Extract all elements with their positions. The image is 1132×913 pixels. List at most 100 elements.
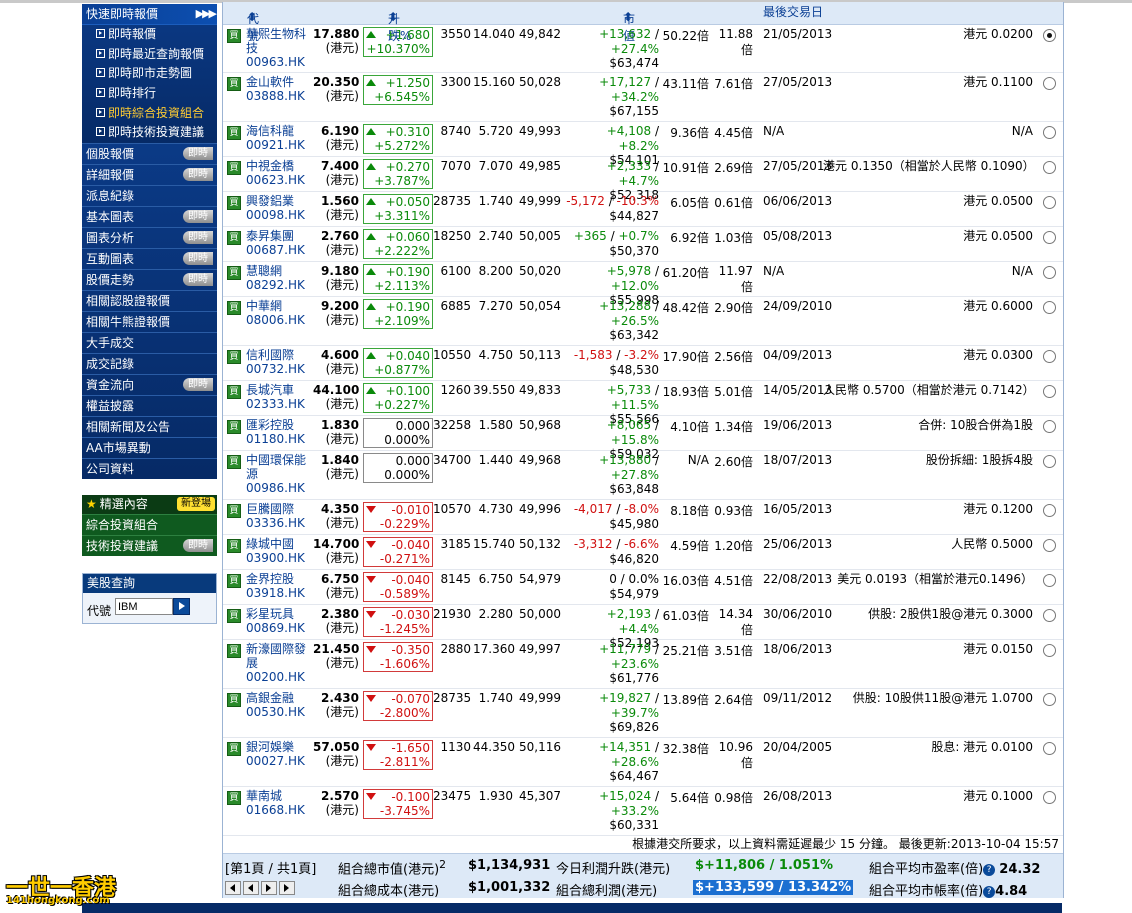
select-radio[interactable] <box>1043 29 1056 42</box>
select-radio[interactable] <box>1043 574 1056 587</box>
stock-name-cell[interactable]: 海信科龍 00921.HK <box>246 124 308 152</box>
stock-name[interactable]: 華南城 <box>246 789 308 803</box>
select-radio[interactable] <box>1043 644 1056 657</box>
buy-button[interactable]: 買 <box>227 196 241 210</box>
stock-name[interactable]: 彩星玩具 <box>246 607 308 621</box>
help-icon[interactable]: ? <box>983 864 996 876</box>
select-radio[interactable] <box>1043 420 1056 433</box>
buy-button[interactable]: 買 <box>227 350 241 364</box>
stock-name-cell[interactable]: 彩星玩具 00869.HK <box>246 607 308 635</box>
select-radio[interactable] <box>1043 301 1056 314</box>
buy-button[interactable]: 買 <box>227 420 241 434</box>
buy-button[interactable]: 買 <box>227 609 241 623</box>
buy-button[interactable]: 買 <box>227 693 241 707</box>
buy-button[interactable]: 買 <box>227 126 241 140</box>
stock-name-cell[interactable]: 泰昇集團 00687.HK <box>246 229 308 257</box>
nav-item[interactable]: 派息紀錄 <box>82 185 217 206</box>
buy-button[interactable]: 買 <box>227 266 241 280</box>
go-arrow-icon[interactable] <box>173 598 190 616</box>
stock-code[interactable]: 01180.HK <box>246 432 308 446</box>
stock-code[interactable]: 02333.HK <box>246 397 308 411</box>
stock-code[interactable]: 00732.HK <box>246 362 308 376</box>
realtime-badge[interactable]: 即時 <box>183 539 213 553</box>
buy-button[interactable]: 買 <box>227 455 241 469</box>
nav-item[interactable]: 成交記錄 <box>82 353 217 374</box>
realtime-badge[interactable]: 即時 <box>183 210 213 224</box>
nav-item[interactable]: AA市場異動 <box>82 437 217 458</box>
stock-code[interactable]: 00921.HK <box>246 138 308 152</box>
select-radio[interactable] <box>1043 77 1056 90</box>
select-radio[interactable] <box>1043 161 1056 174</box>
realtime-badge[interactable]: 即時 <box>183 231 213 245</box>
stock-name-cell[interactable]: 興發鋁業 00098.HK <box>246 194 308 222</box>
stock-name[interactable]: 華熙生物科技 <box>246 27 308 55</box>
quick-item[interactable]: 即時即市走勢圖 <box>82 64 217 84</box>
realtime-badge[interactable]: 即時 <box>183 378 213 392</box>
stock-name-cell[interactable]: 慧聰網 08292.HK <box>246 264 308 292</box>
realtime-badge[interactable]: 即時 <box>183 252 213 266</box>
stock-name-cell[interactable]: 信利國際 00732.HK <box>246 348 308 376</box>
us-code-input[interactable] <box>115 598 173 616</box>
quick-item[interactable]: 即時技術投資建議 <box>82 123 217 143</box>
stock-name-cell[interactable]: 金界控股 03918.HK <box>246 572 308 600</box>
first-page-button[interactable] <box>225 880 241 895</box>
stock-name[interactable]: 綠城中國 <box>246 537 308 551</box>
stock-name[interactable]: 金界控股 <box>246 572 308 586</box>
quick-item[interactable]: 即時排行 <box>82 84 217 104</box>
select-radio[interactable] <box>1043 693 1056 706</box>
nav-item[interactable]: 大手成交 <box>82 332 217 353</box>
realtime-badge[interactable]: 即時 <box>183 273 213 287</box>
stock-name[interactable]: 銀河娛樂 <box>246 740 308 754</box>
stock-name[interactable]: 中華網 <box>246 299 308 313</box>
buy-button[interactable]: 買 <box>227 574 241 588</box>
stock-code[interactable]: 01668.HK <box>246 803 308 817</box>
stock-code[interactable]: 00027.HK <box>246 754 308 768</box>
stock-name-cell[interactable]: 金山軟件 03888.HK <box>246 75 308 103</box>
stock-name[interactable]: 海信科龍 <box>246 124 308 138</box>
realtime-badge[interactable]: 即時 <box>183 168 213 182</box>
stock-name-cell[interactable]: 高銀金融 00530.HK <box>246 691 308 719</box>
stock-name[interactable]: 巨騰國際 <box>246 502 308 516</box>
buy-button[interactable]: 買 <box>227 301 241 315</box>
stock-code[interactable]: 08006.HK <box>246 313 308 327</box>
select-radio[interactable] <box>1043 196 1056 209</box>
stock-name[interactable]: 金山軟件 <box>246 75 308 89</box>
select-radio[interactable] <box>1043 266 1056 279</box>
buy-button[interactable]: 買 <box>227 77 241 91</box>
help-icon[interactable]: ? <box>983 886 996 898</box>
stock-name-cell[interactable]: 華熙生物科技 00963.HK <box>246 27 308 69</box>
stock-name[interactable]: 長城汽車 <box>246 383 308 397</box>
buy-button[interactable]: 買 <box>227 231 241 245</box>
stock-name[interactable]: 興發鋁業 <box>246 194 308 208</box>
buy-button[interactable]: 買 <box>227 161 241 175</box>
buy-button[interactable]: 買 <box>227 644 241 658</box>
select-radio[interactable] <box>1043 609 1056 622</box>
stock-code[interactable]: 00687.HK <box>246 243 308 257</box>
stock-code[interactable]: 00869.HK <box>246 621 308 635</box>
stock-code[interactable]: 03918.HK <box>246 586 308 600</box>
select-radio[interactable] <box>1043 504 1056 517</box>
nav-item[interactable]: 股價走勢 即時 <box>82 269 217 290</box>
nav-item[interactable]: 資金流向 即時 <box>82 374 217 395</box>
buy-button[interactable]: 買 <box>227 742 241 756</box>
stock-name-cell[interactable]: 巨騰國際 03336.HK <box>246 502 308 530</box>
nav-item[interactable]: 個股報價 即時 <box>82 143 217 164</box>
quick-item[interactable]: 即時報價 <box>82 25 217 45</box>
nav-item[interactable]: 互動圖表 即時 <box>82 248 217 269</box>
quick-item[interactable]: 即時綜合投資組合 <box>82 104 217 124</box>
select-radio[interactable] <box>1043 231 1056 244</box>
nav-item[interactable]: 圖表分析 即時 <box>82 227 217 248</box>
stock-name-cell[interactable]: 中華網 08006.HK <box>246 299 308 327</box>
stock-name[interactable]: 新濠國際發展 <box>246 642 308 670</box>
next-page-button[interactable] <box>261 880 277 895</box>
nav-item[interactable]: 公司資料 <box>82 458 217 479</box>
stock-code[interactable]: 03336.HK <box>246 516 308 530</box>
stock-name-cell[interactable]: 中國環保能源 00986.HK <box>246 453 308 495</box>
stock-name[interactable]: 泰昇集團 <box>246 229 308 243</box>
nav-item[interactable]: 權益披露 <box>82 395 217 416</box>
stock-name-cell[interactable]: 銀河娛樂 00027.HK <box>246 740 308 768</box>
stock-code[interactable]: 00986.HK <box>246 481 308 495</box>
stock-code[interactable]: 00530.HK <box>246 705 308 719</box>
nav-item[interactable]: 相關新聞及公告 <box>82 416 217 437</box>
nav-item[interactable]: 基本圖表 即時 <box>82 206 217 227</box>
